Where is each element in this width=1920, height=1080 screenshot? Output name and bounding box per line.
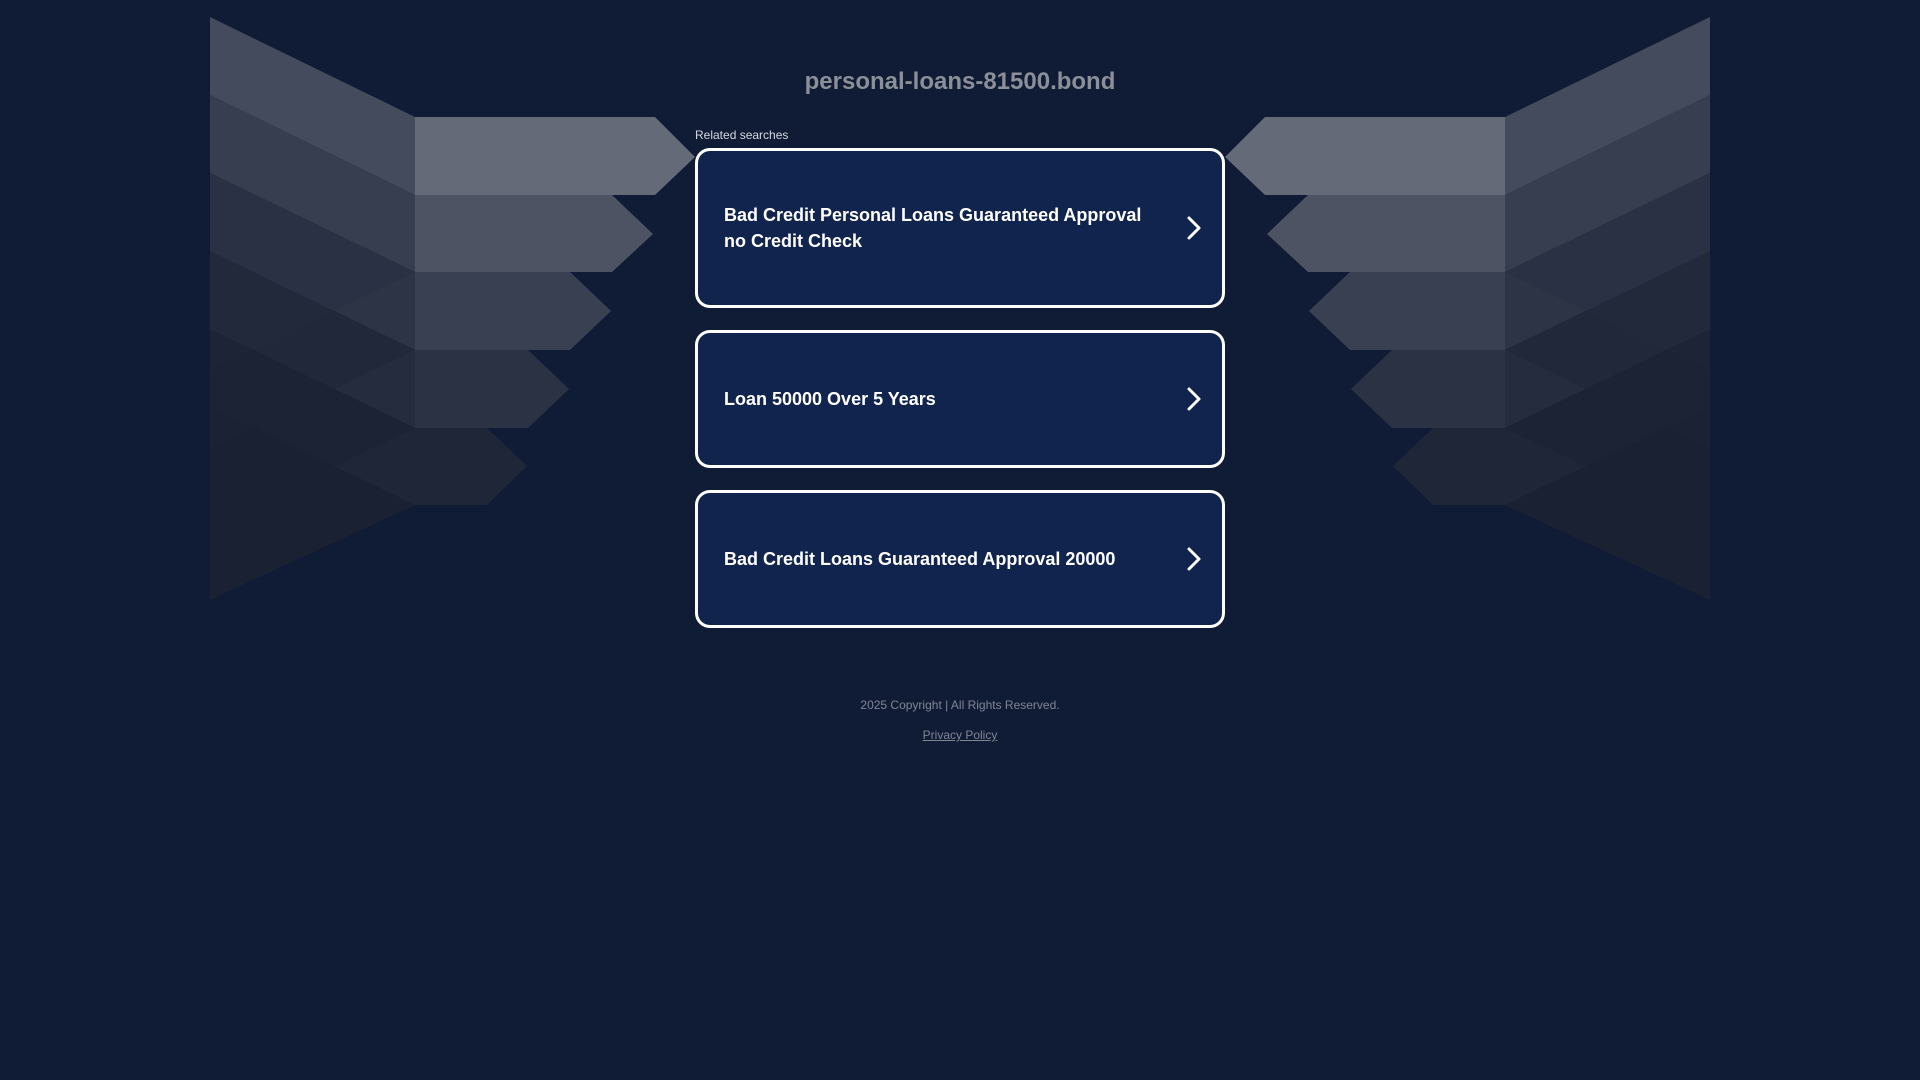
domain-title: personal-loans-81500.bond <box>804 68 1116 95</box>
parked-domain-page: personal-loans-81500.bond Related search… <box>0 0 1920 1080</box>
chevron-right-icon <box>1174 547 1214 571</box>
chevron-right-icon <box>1174 216 1214 240</box>
chevron-right-icon <box>1174 387 1214 411</box>
related-search-label: Bad Credit Personal Loans Guaranteed App… <box>724 205 1142 251</box>
related-search-link[interactable]: Bad Credit Loans Guaranteed Approval 200… <box>695 490 1225 628</box>
footer-links: Privacy Policy <box>0 728 1920 742</box>
related-search-link[interactable]: Loan 50000 Over 5 Years <box>695 330 1225 468</box>
related-search-link[interactable]: Bad Credit Personal Loans Guaranteed App… <box>695 148 1225 308</box>
related-searches-label: Related searches <box>695 128 789 142</box>
related-search-label: Bad Credit Loans Guaranteed Approval 200… <box>724 549 1116 569</box>
privacy-policy-link[interactable]: Privacy Policy <box>923 728 998 742</box>
related-search-label: Loan 50000 Over 5 Years <box>724 389 936 409</box>
copyright-text: 2025 Copyright | All Rights Reserved. <box>860 698 1060 712</box>
